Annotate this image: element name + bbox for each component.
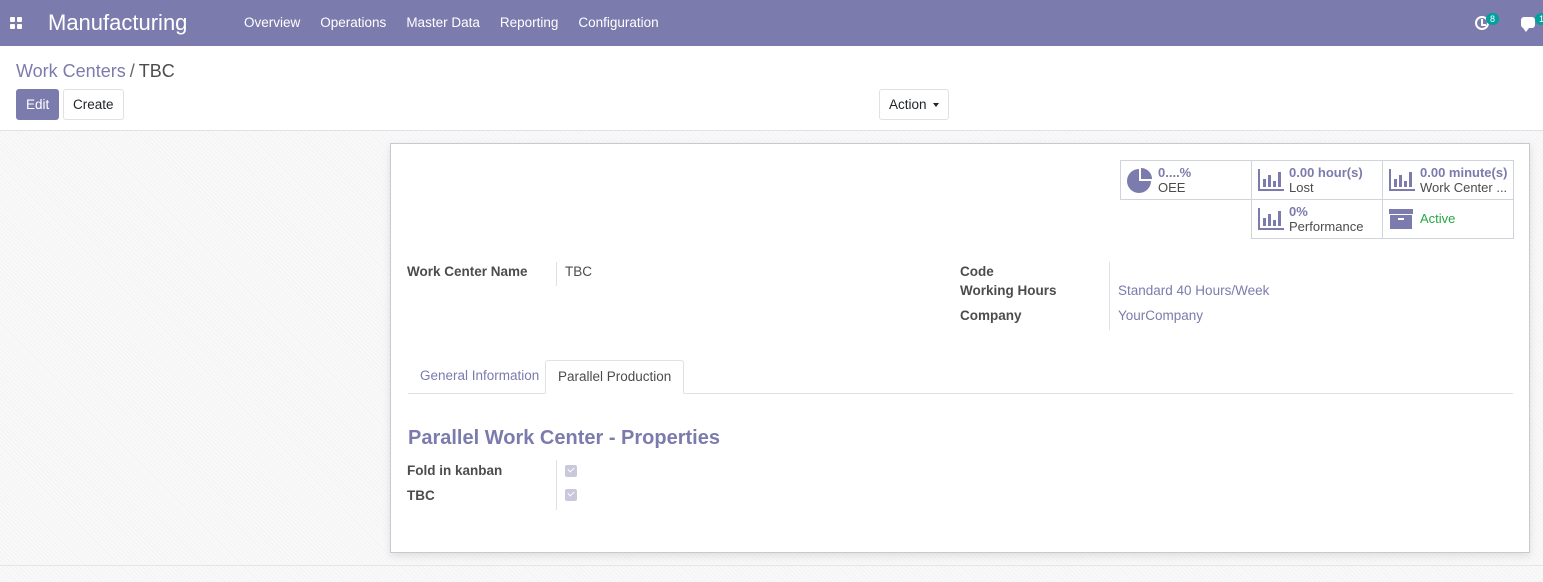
minutes-value: 0.00 minute(s) <box>1420 165 1508 180</box>
caret-down-icon <box>932 103 939 108</box>
menu-overview[interactable]: Overview <box>234 0 310 46</box>
oee-value: 0....% <box>1158 165 1192 180</box>
lost-stat-button[interactable]: 0.00 hour(s) Lost <box>1251 160 1383 200</box>
form-sheet: 0....% OEE 0.00 hour(s) Lost 0.00 minute… <box>390 143 1530 553</box>
messages-chat-icon[interactable] <box>1521 17 1535 32</box>
breadcrumb-current: TBC <box>138 61 175 81</box>
control-panel: Work Centers / TBC Edit Create Action <box>0 46 1543 131</box>
performance-value: 0% <box>1289 204 1308 219</box>
section-title: Parallel Work Center - Properties <box>408 427 720 449</box>
bar-chart-icon <box>1258 169 1284 191</box>
field-separator <box>1109 262 1110 330</box>
archive-icon <box>1389 208 1413 229</box>
performance-stat-button[interactable]: 0% Performance <box>1251 199 1383 239</box>
top-navbar: Manufacturing Overview Operations Master… <box>0 0 1543 46</box>
main-menu: Overview Operations Master Data Reportin… <box>234 0 669 46</box>
working-hours-label: Working Hours <box>960 283 1057 298</box>
tbc-checkbox[interactable] <box>565 489 577 501</box>
breadcrumb-work-centers[interactable]: Work Centers <box>16 61 126 81</box>
fold-in-kanban-label: Fold in kanban <box>407 463 503 478</box>
edit-button[interactable]: Edit <box>16 89 60 120</box>
oee-stat-button[interactable]: 0....% OEE <box>1120 160 1252 200</box>
work-center-load-stat-button[interactable]: 0.00 minute(s) Work Center ... <box>1382 160 1514 200</box>
form-tabs: General Information Parallel Production <box>408 360 1513 394</box>
bar-chart-icon <box>1389 169 1415 191</box>
tbc-label: TBC <box>407 488 435 503</box>
bottom-divider <box>0 565 1543 566</box>
field-separator <box>556 262 557 286</box>
menu-configuration[interactable]: Configuration <box>568 0 668 46</box>
pie-chart-icon <box>1127 169 1151 193</box>
company-link[interactable]: YourCompany <box>1118 308 1203 323</box>
active-status: Active <box>1420 211 1456 226</box>
field-separator <box>556 460 557 510</box>
company-label: Company <box>960 308 1022 323</box>
menu-master-data[interactable]: Master Data <box>396 0 490 46</box>
active-toggle-button[interactable]: Active <box>1382 199 1514 239</box>
oee-label: OEE <box>1158 180 1186 195</box>
menu-operations[interactable]: Operations <box>310 0 396 46</box>
messages-count-badge: 1 <box>1535 13 1543 25</box>
lost-value: 0.00 hour(s) <box>1289 165 1363 180</box>
menu-reporting[interactable]: Reporting <box>490 0 569 46</box>
breadcrumb: Work Centers / TBC <box>16 61 175 82</box>
work-center-name-value: TBC <box>565 264 592 279</box>
action-dropdown-button[interactable]: Action <box>879 89 949 120</box>
work-center-name-label: Work Center Name <box>407 264 528 279</box>
lost-label: Lost <box>1289 180 1314 195</box>
action-label: Action <box>889 97 927 112</box>
tab-general-information[interactable]: General Information <box>408 360 551 394</box>
activity-count-badge: 8 <box>1486 13 1500 25</box>
create-button[interactable]: Create <box>63 89 124 120</box>
minutes-label: Work Center ... <box>1420 180 1508 195</box>
tab-parallel-production[interactable]: Parallel Production <box>545 360 685 394</box>
performance-label: Performance <box>1289 219 1364 234</box>
bar-chart-icon <box>1258 208 1284 230</box>
apps-menu-icon[interactable] <box>10 17 22 29</box>
app-title[interactable]: Manufacturing <box>48 10 187 36</box>
fold-in-kanban-checkbox[interactable] <box>565 465 577 477</box>
working-hours-link[interactable]: Standard 40 Hours/Week <box>1118 283 1269 298</box>
code-label: Code <box>960 264 994 279</box>
breadcrumb-separator: / <box>129 61 135 81</box>
